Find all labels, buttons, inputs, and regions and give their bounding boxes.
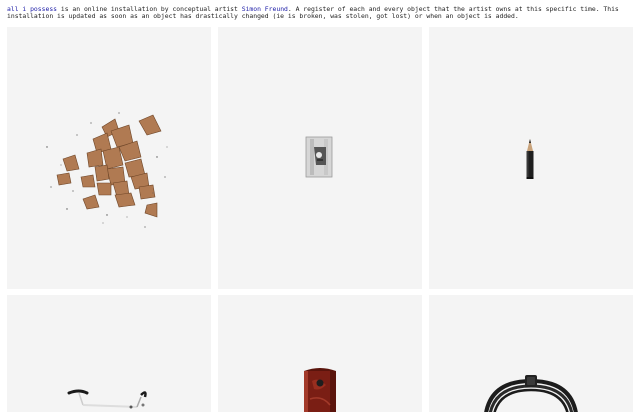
object-tile-pencil-shavings[interactable] [7, 27, 211, 289]
cable-coil-icon [484, 375, 578, 412]
red-lighter-icon [304, 368, 336, 412]
pencil-sharpener-icon [305, 136, 333, 178]
bicycle-icon [67, 389, 147, 409]
pencil-icon [526, 139, 534, 179]
object-tile-pencil-sharpener[interactable] [218, 27, 422, 289]
intro-text: all i possess is an online installation … [7, 6, 633, 20]
pencil-shavings-icon [46, 112, 168, 228]
object-tile-red-lighter[interactable] [218, 295, 422, 412]
object-tile-bicycle[interactable] [7, 295, 211, 412]
object-tile-pencil[interactable] [429, 27, 633, 289]
object-tile-cable-coil[interactable] [429, 295, 633, 412]
